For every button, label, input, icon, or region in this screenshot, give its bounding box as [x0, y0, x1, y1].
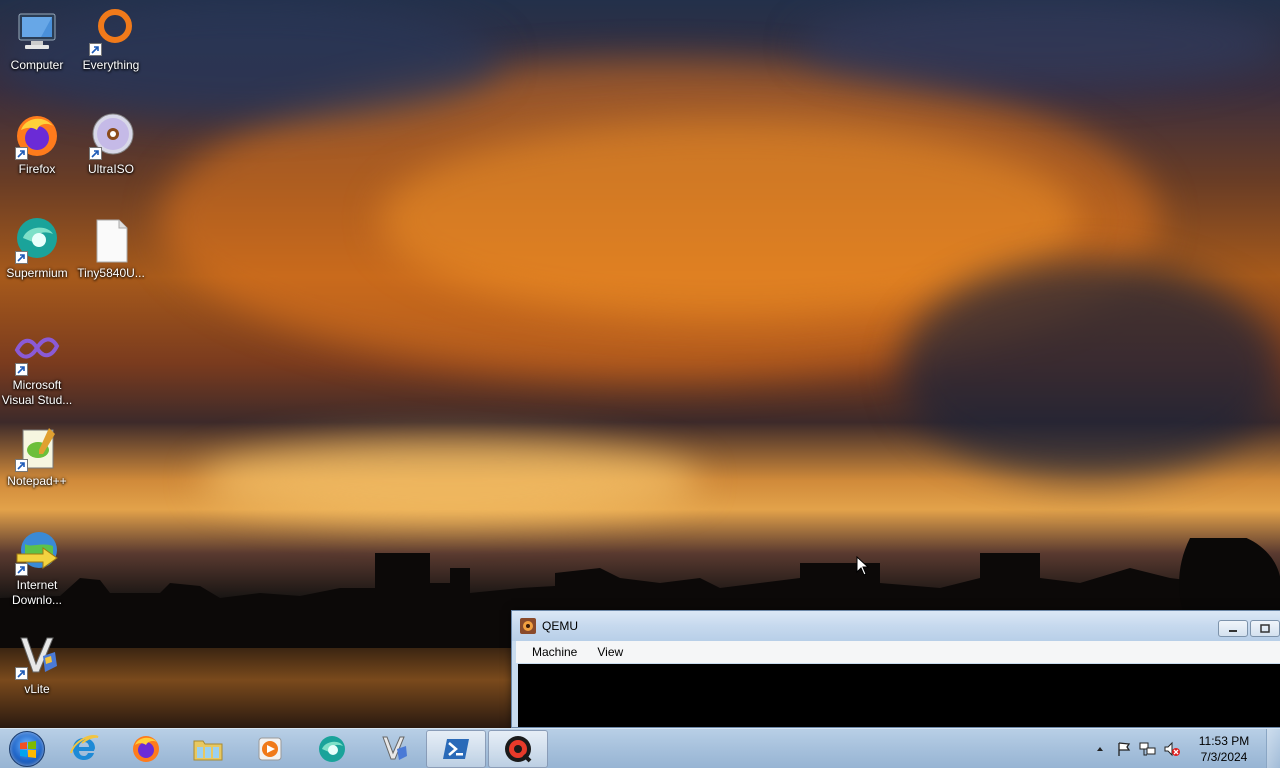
desktop-icon-supermium[interactable]: Supermium: [0, 216, 74, 281]
clock-time: 11:53 PM: [1198, 734, 1250, 748]
maximize-button[interactable]: [1250, 620, 1280, 637]
notepad-plus-plus-icon: [13, 424, 61, 472]
speaker-muted-icon: [1164, 741, 1180, 757]
idm-globe-icon: [13, 528, 61, 576]
taskbar-supermium[interactable]: [302, 730, 362, 768]
powershell-icon: [443, 738, 469, 759]
qemu-menu-bar: Machine View: [516, 641, 1280, 663]
firefox-icon: [13, 112, 61, 160]
desktop-icon-label: Internet Downlo...: [11, 578, 63, 607]
desktop-icon-visual-studio[interactable]: Microsoft Visual Stud...: [0, 328, 74, 408]
disc-icon: [87, 112, 135, 160]
desktop-icon-internet-download-manager[interactable]: Internet Downlo...: [0, 528, 74, 608]
desktop-icon-label: Firefox: [18, 162, 56, 176]
media-player-icon: [258, 737, 282, 760]
flag-icon: [1118, 742, 1131, 756]
folder-icon: [193, 740, 223, 760]
qemu-window[interactable]: QEMU Machine View: [511, 610, 1280, 728]
window-title: QEMU: [542, 619, 578, 633]
firefox-icon: [133, 735, 159, 762]
taskbar-windows-explorer[interactable]: [178, 730, 238, 768]
desktop-icon-label: vLite: [24, 682, 50, 696]
qemu-display-screen[interactable]: [518, 664, 1280, 727]
network-status[interactable]: [1136, 737, 1160, 761]
taskbar: 11:53 PM 7/3/2024: [0, 728, 1280, 768]
menu-view[interactable]: View: [587, 643, 633, 661]
desktop-icon-label: UltraISO: [87, 162, 134, 176]
desktop-icon-notepadpp[interactable]: Notepad++: [0, 424, 74, 489]
shortcut-arrow-icon: [15, 251, 28, 264]
desktop-icon-tiny5840u[interactable]: Tiny5840U...: [74, 216, 148, 281]
shortcut-arrow-icon: [15, 667, 28, 680]
file-icon: [87, 216, 135, 264]
supermium-icon: [13, 216, 61, 264]
desktop-icon-label: Computer: [10, 58, 64, 72]
desktop-icon-label: Microsoft Visual Stud...: [1, 378, 73, 407]
shortcut-arrow-icon: [15, 363, 28, 376]
network-icon: [1139, 742, 1156, 756]
action-center-flag[interactable]: [1112, 737, 1136, 761]
system-tray: 11:53 PM 7/3/2024: [1088, 729, 1280, 768]
shortcut-arrow-icon: [89, 43, 102, 56]
qemu-icon: [505, 735, 532, 762]
desktop-icon-label: Notepad++: [7, 474, 67, 488]
volume-control[interactable]: [1160, 737, 1184, 761]
vlite-icon: [382, 736, 407, 760]
desktop-icon-everything[interactable]: Everything: [74, 8, 148, 73]
shortcut-arrow-icon: [15, 147, 28, 160]
system-clock[interactable]: 11:53 PM 7/3/2024: [1188, 733, 1260, 765]
desktop-icon-label: Tiny5840U...: [77, 266, 145, 280]
desktop-icon-firefox[interactable]: Firefox: [0, 112, 74, 177]
start-button[interactable]: [0, 729, 54, 768]
minimize-icon: [1229, 629, 1237, 632]
taskbar-powershell[interactable]: [426, 729, 486, 768]
taskbar-vlite[interactable]: [364, 730, 424, 768]
mouse-cursor-icon: [856, 556, 870, 576]
everything-search-icon: [87, 8, 135, 56]
shortcut-arrow-icon: [89, 147, 102, 160]
qemu-app-icon: [520, 618, 536, 634]
desktop-icon-computer[interactable]: Computer: [0, 8, 74, 73]
taskbar-internet-explorer[interactable]: [54, 730, 114, 768]
minimize-button[interactable]: [1218, 620, 1248, 637]
desktop-icon-label: Everything: [82, 58, 140, 72]
desktop-icon-label: Supermium: [6, 266, 68, 280]
maximize-icon: [1260, 623, 1270, 633]
desktop-icon-vlite[interactable]: vLite: [0, 632, 74, 697]
taskbar-media-player[interactable]: [240, 730, 300, 768]
internet-explorer-icon: [70, 734, 99, 760]
show-desktop-button[interactable]: [1266, 729, 1280, 768]
vlite-icon: [13, 632, 61, 680]
windows-logo-icon: [9, 730, 45, 767]
qemu-title-bar[interactable]: QEMU: [512, 611, 1280, 641]
menu-machine[interactable]: Machine: [522, 643, 587, 661]
shortcut-arrow-icon: [15, 563, 28, 576]
computer-icon: [13, 8, 61, 56]
taskbar-firefox[interactable]: [116, 730, 176, 768]
clock-date: 7/3/2024: [1200, 750, 1248, 764]
show-hidden-icons-button[interactable]: [1088, 737, 1112, 761]
desktop-icon-ultraiso[interactable]: UltraISO: [74, 112, 148, 177]
supermium-icon: [319, 735, 345, 762]
shortcut-arrow-icon: [15, 459, 28, 472]
chevron-up-icon: [1097, 747, 1103, 751]
visual-studio-icon: [13, 328, 61, 376]
taskbar-qemu[interactable]: [488, 729, 548, 768]
